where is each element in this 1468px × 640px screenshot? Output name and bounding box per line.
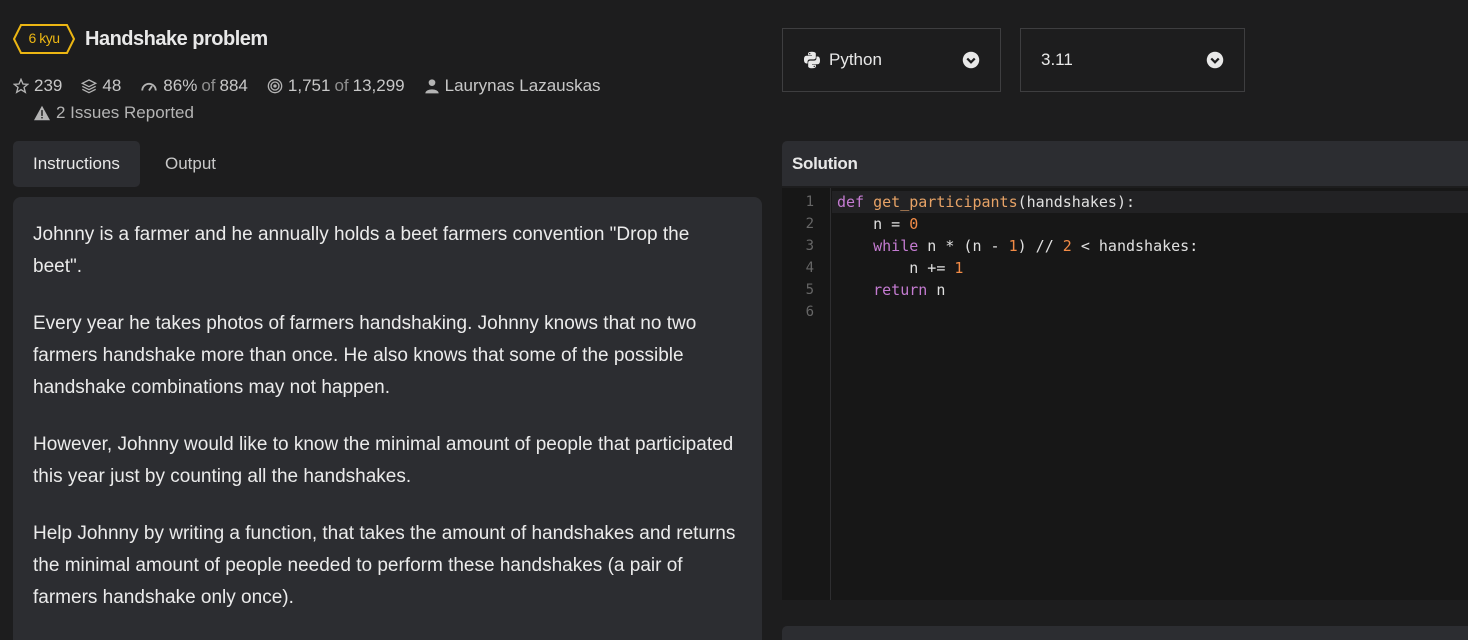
- stars-stat[interactable]: 239: [13, 76, 62, 96]
- author-stat[interactable]: Laurynas Lazauskas: [424, 76, 601, 96]
- chevron-down-icon: [1206, 51, 1224, 69]
- code-keyword: def: [837, 193, 865, 211]
- user-icon: [424, 79, 439, 94]
- code-text: n: [927, 281, 946, 299]
- line-number: 1: [805, 194, 814, 210]
- line-number: 4: [805, 260, 814, 276]
- code-text: < handshakes:: [1071, 237, 1199, 255]
- satisfaction-votes: 884: [219, 76, 248, 95]
- code-number: 2: [1062, 237, 1072, 255]
- satisfaction-of: of: [201, 76, 216, 95]
- code-number: 1: [1008, 237, 1018, 255]
- target-icon: [267, 78, 283, 94]
- code-text: n * (n -: [918, 237, 1009, 255]
- code-line[interactable]: n += 1: [832, 257, 1468, 279]
- version-value: 3.11: [1041, 50, 1073, 69]
- kata-title[interactable]: Handshake problem: [85, 28, 268, 51]
- instructions-paragraph: Johnny is a farmer and he annually holds…: [33, 224, 690, 277]
- line-number: 3: [805, 238, 814, 254]
- layers-icon: [81, 79, 98, 94]
- solution-header: Solution: [782, 141, 1468, 186]
- satisfaction-stat: 86% of 884: [140, 76, 248, 96]
- collections-count: 48: [102, 76, 122, 95]
- stars-count: 239: [34, 76, 63, 95]
- line-number: 5: [805, 282, 814, 298]
- line-number-gutter: 1 2 3 4 5 6: [782, 188, 831, 600]
- completed-count: 1,751: [287, 76, 331, 95]
- code-number: 0: [909, 215, 919, 233]
- language-value: Python: [829, 50, 882, 69]
- code-text: ) //: [1017, 237, 1063, 255]
- code-line[interactable]: n = 0: [832, 213, 1468, 235]
- language-select[interactable]: Python: [782, 28, 1001, 92]
- code-function-name: get_participants: [873, 193, 1018, 211]
- version-select[interactable]: 3.11: [1020, 28, 1245, 92]
- code-editor[interactable]: 1 2 3 4 5 6 def get_participants(handsha…: [782, 188, 1468, 600]
- code-text: (handshakes):: [1017, 193, 1136, 211]
- code-text: n +=: [837, 259, 955, 277]
- author-name: Laurynas Lazauskas: [444, 76, 601, 95]
- line-number: 2: [805, 216, 814, 232]
- tab-instructions[interactable]: Instructions: [13, 141, 140, 187]
- python-icon: [803, 51, 821, 69]
- tab-output[interactable]: Output: [145, 141, 236, 187]
- code-keyword: return: [873, 281, 928, 299]
- instructions-paragraph: However, Johnny would like to know the m…: [33, 434, 734, 487]
- completions-stat: 1,751 of 13,299: [267, 76, 405, 96]
- code-line[interactable]: return n: [832, 279, 1468, 301]
- completed-of: of: [334, 76, 349, 95]
- sample-tests-panel: [782, 626, 1468, 640]
- warning-icon: [34, 105, 50, 121]
- code-number: 1: [954, 259, 964, 277]
- collections-stat[interactable]: 48: [81, 76, 121, 96]
- instructions-panel: Johnny is a farmer and he annually holds…: [13, 197, 762, 640]
- code-line[interactable]: def get_participants(handshakes):: [832, 191, 1468, 213]
- gauge-icon: [141, 82, 157, 92]
- instructions-paragraph: Help Johnny by writing a function, that …: [33, 523, 736, 608]
- code-text: n =: [837, 215, 910, 233]
- issues-reported[interactable]: 2 Issues Reported: [33, 101, 194, 125]
- satisfaction-percent: 86%: [163, 76, 198, 95]
- attempted-count: 13,299: [352, 76, 405, 95]
- star-icon: [13, 78, 29, 94]
- code-keyword: while: [873, 237, 919, 255]
- code-line[interactable]: [832, 301, 1468, 323]
- instructions-paragraph: Every year he takes photos of farmers ha…: [33, 313, 697, 398]
- line-number: 6: [805, 304, 814, 320]
- solution-title: Solution: [792, 153, 858, 173]
- rank-label: 6 kyu: [28, 30, 60, 46]
- chevron-down-icon: [962, 51, 980, 69]
- language-select-label: Python: [803, 50, 882, 70]
- code-area[interactable]: def get_participants(handshakes): n = 0 …: [832, 191, 1468, 323]
- issues-label: 2 Issues Reported: [56, 103, 194, 122]
- code-line[interactable]: while n * (n - 1) // 2 < handshakes:: [832, 235, 1468, 257]
- rank-badge: 6 kyu: [13, 24, 75, 54]
- kata-stats: 239 48 86% of 884 1,751 of 13,299 Lauryn…: [13, 74, 620, 98]
